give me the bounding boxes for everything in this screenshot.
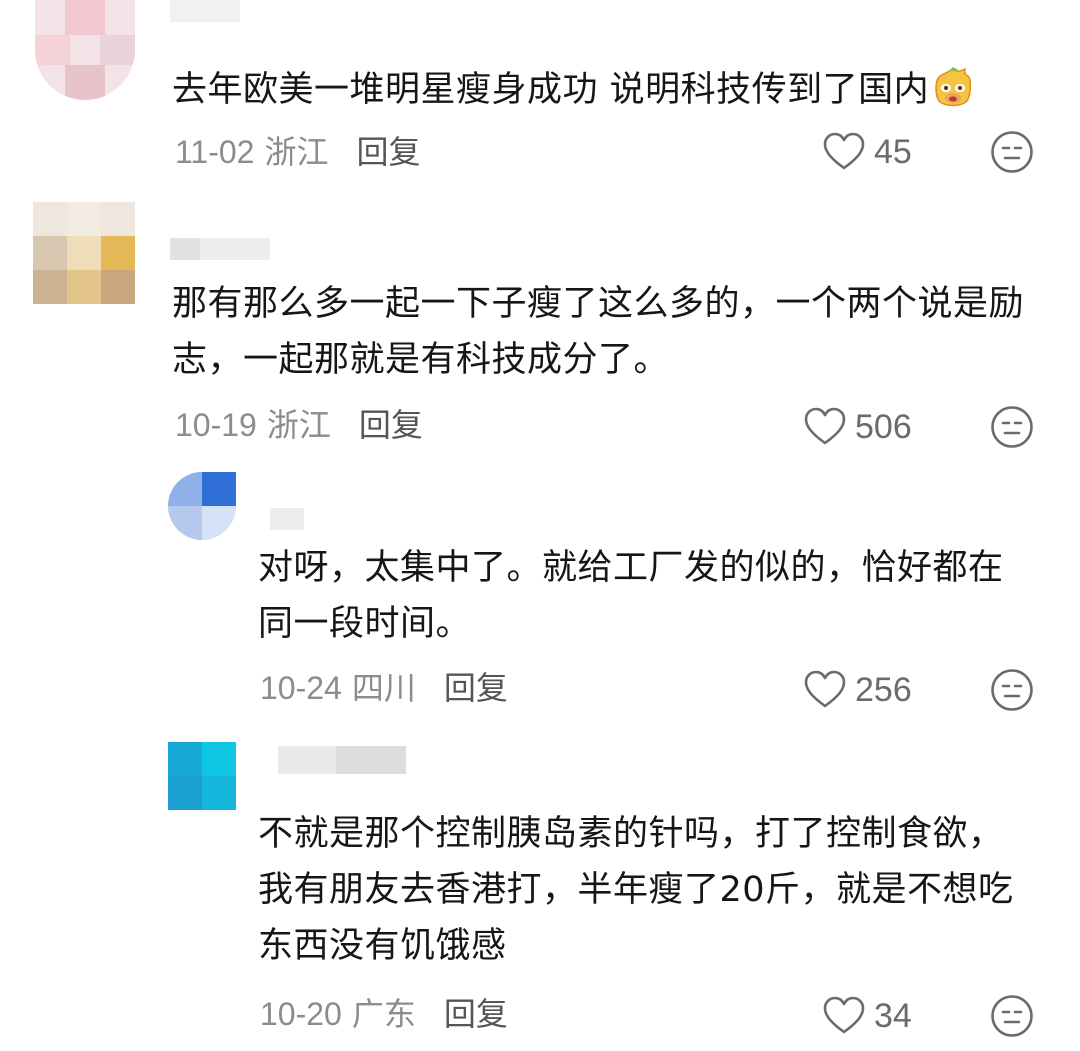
avatar[interactable] <box>35 0 135 100</box>
reply-button[interactable]: 回复 <box>444 995 508 1033</box>
like-button[interactable]: 34 <box>822 994 912 1038</box>
reply-button[interactable]: 回复 <box>359 406 423 444</box>
avatar[interactable] <box>168 472 236 540</box>
heart-outline-icon <box>823 132 865 170</box>
comment-meta: 11-02 浙江 回复 <box>175 130 421 174</box>
comment-date: 10-19 <box>175 407 257 443</box>
comment-location: 浙江 <box>266 407 331 443</box>
comment-text: 对呀，太集中了。就给工厂发的似的，恰好都在同一段时间。 <box>258 548 1004 644</box>
like-button[interactable]: 256 <box>803 668 912 712</box>
comment-location: 浙江 <box>264 134 329 170</box>
comment-text-content: 去年欧美一堆明星瘦身成功 说明科技传到了国内 <box>172 70 930 110</box>
reply-button[interactable]: 回复 <box>356 133 420 171</box>
meh-face-icon[interactable] <box>990 405 1034 449</box>
like-count: 45 <box>874 132 912 171</box>
like-count: 506 <box>855 407 912 446</box>
like-button[interactable]: 506 <box>803 405 912 449</box>
comment-date: 10-24 <box>260 670 342 706</box>
avatar[interactable] <box>33 202 135 304</box>
mascot-emoji-icon <box>935 66 972 107</box>
comment-meta: 10-24 四川 回复 <box>260 666 508 710</box>
meh-face-icon[interactable] <box>990 668 1034 712</box>
comment-meta: 10-19 浙江 回复 <box>175 403 423 447</box>
comment-text: 那有那么多一起一下子瘦了这么多的，一个两个说是励志，一起那就是有科技成分了。 <box>172 284 1025 380</box>
username[interactable] <box>170 0 240 22</box>
like-button[interactable]: 45 <box>822 130 912 174</box>
comment-location: 四川 <box>351 670 416 706</box>
comment-text: 去年欧美一堆明星瘦身成功 说明科技传到了国内 <box>172 62 1052 118</box>
username[interactable] <box>170 238 270 260</box>
like-count: 34 <box>874 996 912 1035</box>
comment-date: 11-02 <box>175 134 255 170</box>
avatar[interactable] <box>168 742 236 810</box>
reply-button[interactable]: 回复 <box>444 669 508 707</box>
meh-face-icon[interactable] <box>990 994 1034 1038</box>
heart-outline-icon <box>823 996 865 1034</box>
comment-location: 广东 <box>351 996 416 1032</box>
username[interactable] <box>278 746 406 774</box>
comment-date: 10-20 <box>260 996 342 1032</box>
comment-meta: 10-20 广东 回复 <box>260 992 508 1036</box>
username[interactable] <box>270 508 304 530</box>
like-count: 256 <box>855 670 912 709</box>
comment-text: 不就是那个控制胰岛素的针吗，打了控制食欲，我有朋友去香港打，半年瘦了20斤，就是… <box>258 814 1014 966</box>
meh-face-icon[interactable] <box>990 130 1034 174</box>
heart-outline-icon <box>804 407 846 445</box>
heart-outline-icon <box>804 670 846 708</box>
